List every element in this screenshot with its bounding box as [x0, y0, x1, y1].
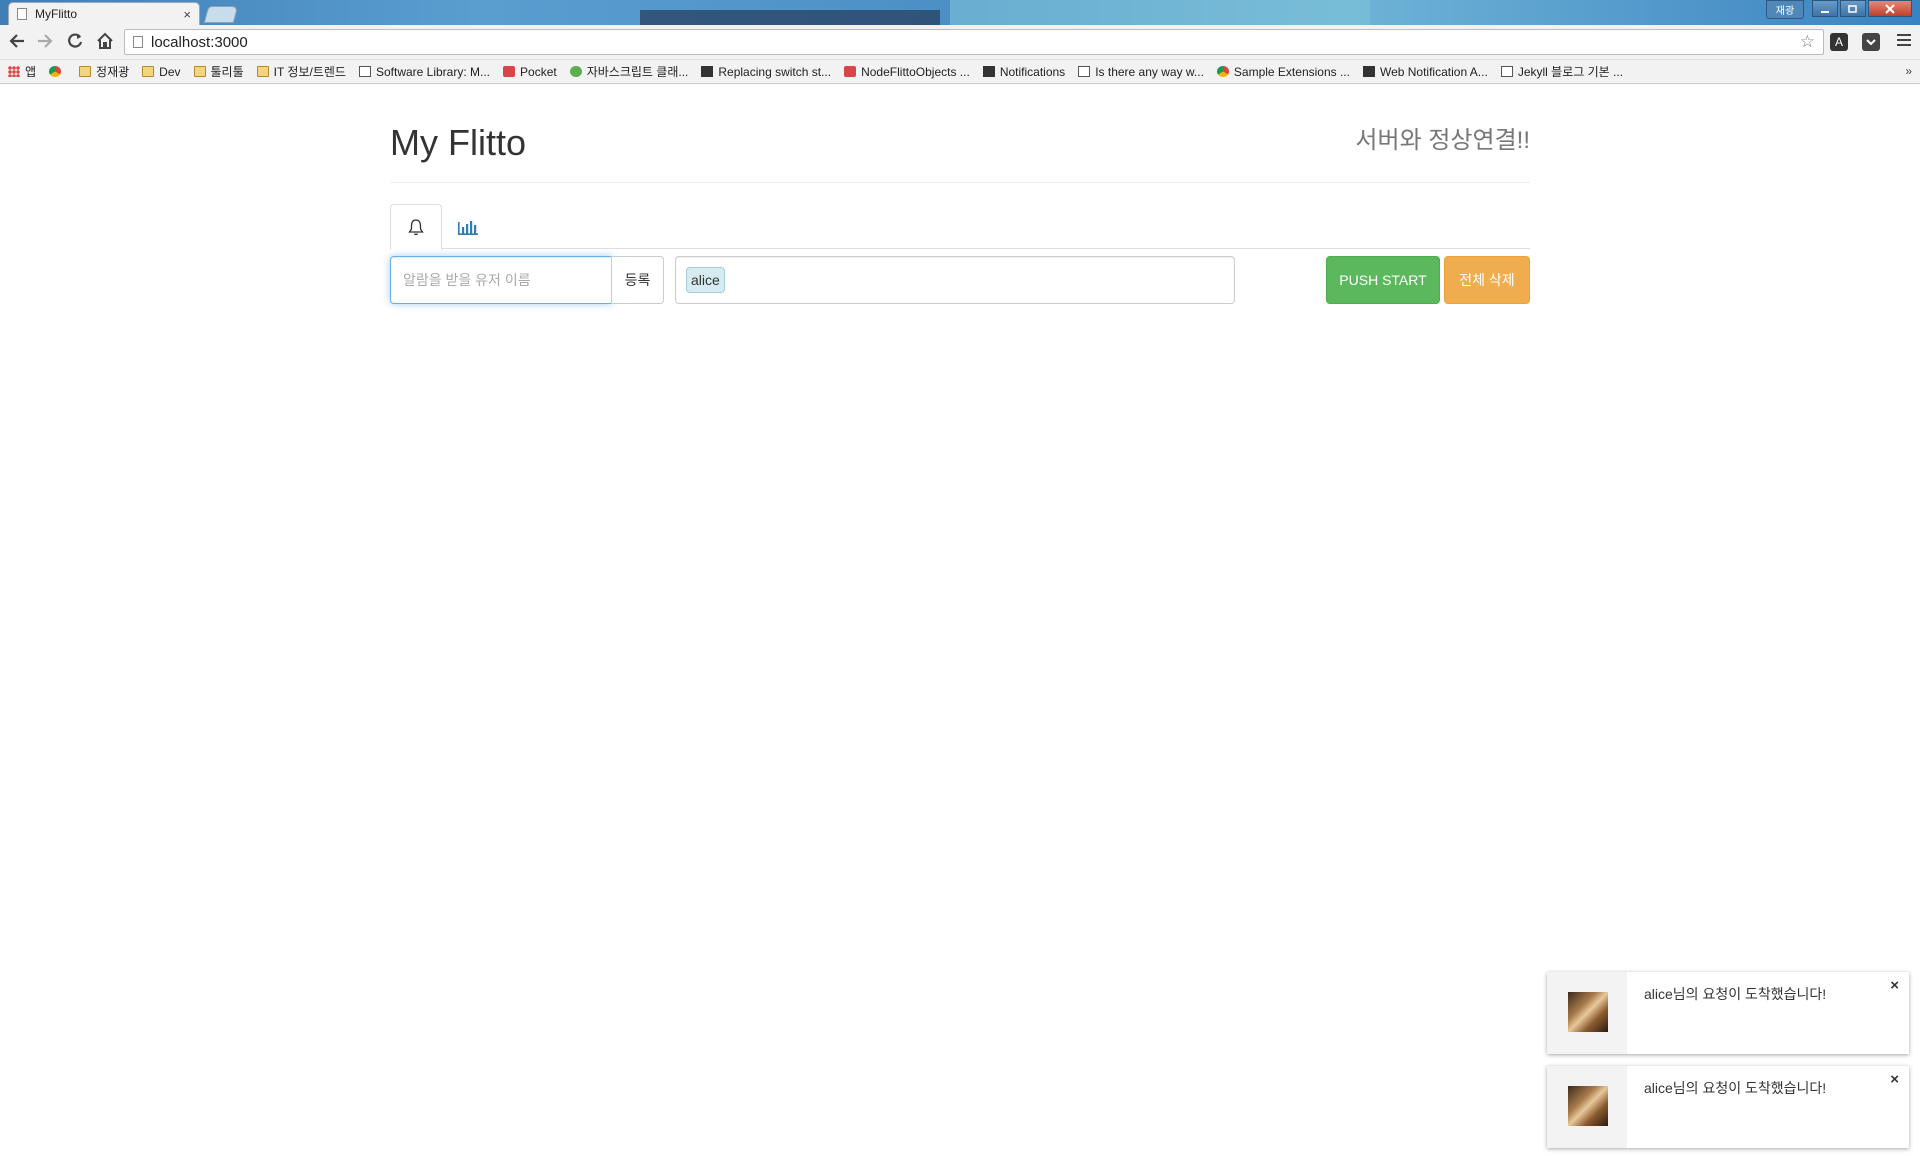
user-tags-input[interactable]: alice	[675, 256, 1235, 304]
cloud-icon	[1362, 66, 1375, 77]
address-bar[interactable]: localhost:3000 ☆	[124, 29, 1824, 55]
bookmark-star-icon[interactable]: ☆	[1800, 32, 1815, 52]
notification-message: alice님의 요청이 도착했습니다!	[1644, 1080, 1827, 1096]
bookmark-link[interactable]: Jekyll 블로그 기본 ...	[1500, 63, 1623, 80]
notification-thumbnail	[1547, 972, 1627, 1054]
tab-close-icon[interactable]: ×	[183, 7, 191, 22]
bookmark-folder[interactable]: Dev	[142, 65, 181, 79]
window-titlebar: MyFlitto × 재광	[0, 0, 1920, 25]
bookmark-link[interactable]: Is there any way w...	[1078, 65, 1204, 79]
bookmark-link[interactable]: 자바스크립트 클래...	[569, 63, 688, 80]
profile-badge[interactable]: 재광	[1766, 0, 1804, 19]
register-button[interactable]: 등록	[611, 256, 664, 304]
bookmark-link[interactable]: Sample Extensions ...	[1216, 65, 1350, 79]
new-tab-button[interactable]	[203, 6, 239, 23]
apps-grid-icon	[8, 66, 20, 77]
desktop-background	[950, 0, 1370, 25]
url-text: localhost:3000	[151, 33, 248, 51]
register-input-group: 등록	[390, 256, 664, 304]
bookmark-folder[interactable]: IT 정보/트렌드	[256, 63, 346, 80]
browser-tab-active[interactable]: MyFlitto ×	[8, 2, 200, 25]
page-icon	[133, 36, 143, 48]
nav-tabs	[390, 204, 1530, 250]
minimize-icon	[1821, 10, 1829, 13]
desktop-background	[640, 10, 940, 25]
folder-icon	[193, 66, 206, 77]
notification-toast[interactable]: alice님의 요청이 도착했습니다! ×	[1547, 972, 1909, 1054]
chrome-icon	[1216, 66, 1229, 77]
notification-image	[1568, 992, 1608, 1032]
close-icon[interactable]: ×	[1890, 977, 1899, 994]
browser-toolbar: localhost:3000 ☆ A	[0, 25, 1920, 60]
folder-icon	[142, 66, 155, 77]
page-icon	[17, 8, 27, 20]
bookmark-link[interactable]: NodeFlittoObjects ...	[844, 65, 970, 79]
reload-icon[interactable]	[66, 32, 84, 55]
bookmark-link[interactable]: Notifications	[982, 65, 1065, 79]
page-title: My Flitto	[390, 122, 527, 163]
home-icon[interactable]	[96, 32, 114, 55]
bell-icon	[408, 219, 424, 236]
folder-icon	[256, 66, 269, 77]
tab-notifications[interactable]	[390, 204, 442, 250]
bookmark-chrome[interactable]	[49, 66, 66, 77]
bookmark-folder[interactable]: 정재광	[79, 63, 129, 80]
restore-icon	[1848, 4, 1857, 13]
window-controls: 재광	[1766, 0, 1912, 19]
bookmarks-overflow-button[interactable]: »	[1905, 64, 1912, 78]
bar-chart-icon	[458, 220, 478, 235]
forward-arrow-icon[interactable]	[36, 32, 54, 55]
notification-thumbnail	[1547, 1066, 1627, 1148]
username-input[interactable]	[390, 256, 612, 304]
delete-all-button[interactable]: 전체 삭제	[1444, 256, 1530, 304]
paw-icon	[844, 66, 857, 77]
bookmark-link[interactable]: Software Library: M...	[358, 65, 490, 79]
push-start-button[interactable]: PUSH START	[1326, 256, 1440, 304]
code-icon	[1500, 66, 1513, 77]
folder-icon	[79, 66, 92, 77]
tab-title: MyFlitto	[35, 7, 77, 21]
maximize-button[interactable]	[1840, 0, 1866, 17]
notification-image	[1568, 1086, 1608, 1126]
dark-icon	[982, 66, 995, 77]
connection-status: 서버와 정상연결!!	[1355, 127, 1530, 154]
close-window-button[interactable]	[1868, 0, 1912, 17]
notification-toast[interactable]: alice님의 요청이 도착했습니다! ×	[1547, 1066, 1909, 1148]
menu-icon[interactable]	[1896, 32, 1912, 53]
bookmark-link[interactable]: Pocket	[503, 65, 557, 79]
close-icon[interactable]: ×	[1890, 1071, 1899, 1088]
user-tag[interactable]: alice	[686, 267, 725, 293]
notification-message: alice님의 요청이 도착했습니다!	[1644, 986, 1827, 1002]
bookmark-link[interactable]: Replacing switch st...	[701, 65, 831, 79]
minimize-button[interactable]	[1812, 0, 1838, 17]
back-arrow-icon[interactable]	[8, 32, 26, 55]
stack-icon	[1078, 66, 1091, 77]
bookmark-link[interactable]: Web Notification A...	[1362, 65, 1488, 79]
extension-a-icon[interactable]: A	[1830, 33, 1848, 51]
page-icon	[701, 66, 714, 77]
page-container: My Flitto 서버와 정상연결!! 등록 alic	[390, 84, 1530, 304]
pocket-icon	[503, 66, 516, 77]
library-icon	[358, 66, 371, 77]
bookmark-apps[interactable]: 앱	[8, 63, 36, 80]
user-form: 등록 alice PUSH START 전체 삭제	[390, 256, 1530, 306]
avatar-icon	[569, 66, 582, 77]
close-icon	[1885, 3, 1895, 14]
tab-stats[interactable]	[442, 204, 494, 249]
page-header: My Flitto 서버와 정상연결!!	[390, 84, 1530, 183]
bookmarks-bar: 앱 정재광 Dev 툴리툴 IT 정보/트렌드 Software Library…	[0, 60, 1920, 84]
chrome-icon	[49, 66, 62, 77]
pocket-extension-icon[interactable]	[1862, 33, 1880, 51]
bookmark-folder[interactable]: 툴리툴	[193, 63, 244, 80]
